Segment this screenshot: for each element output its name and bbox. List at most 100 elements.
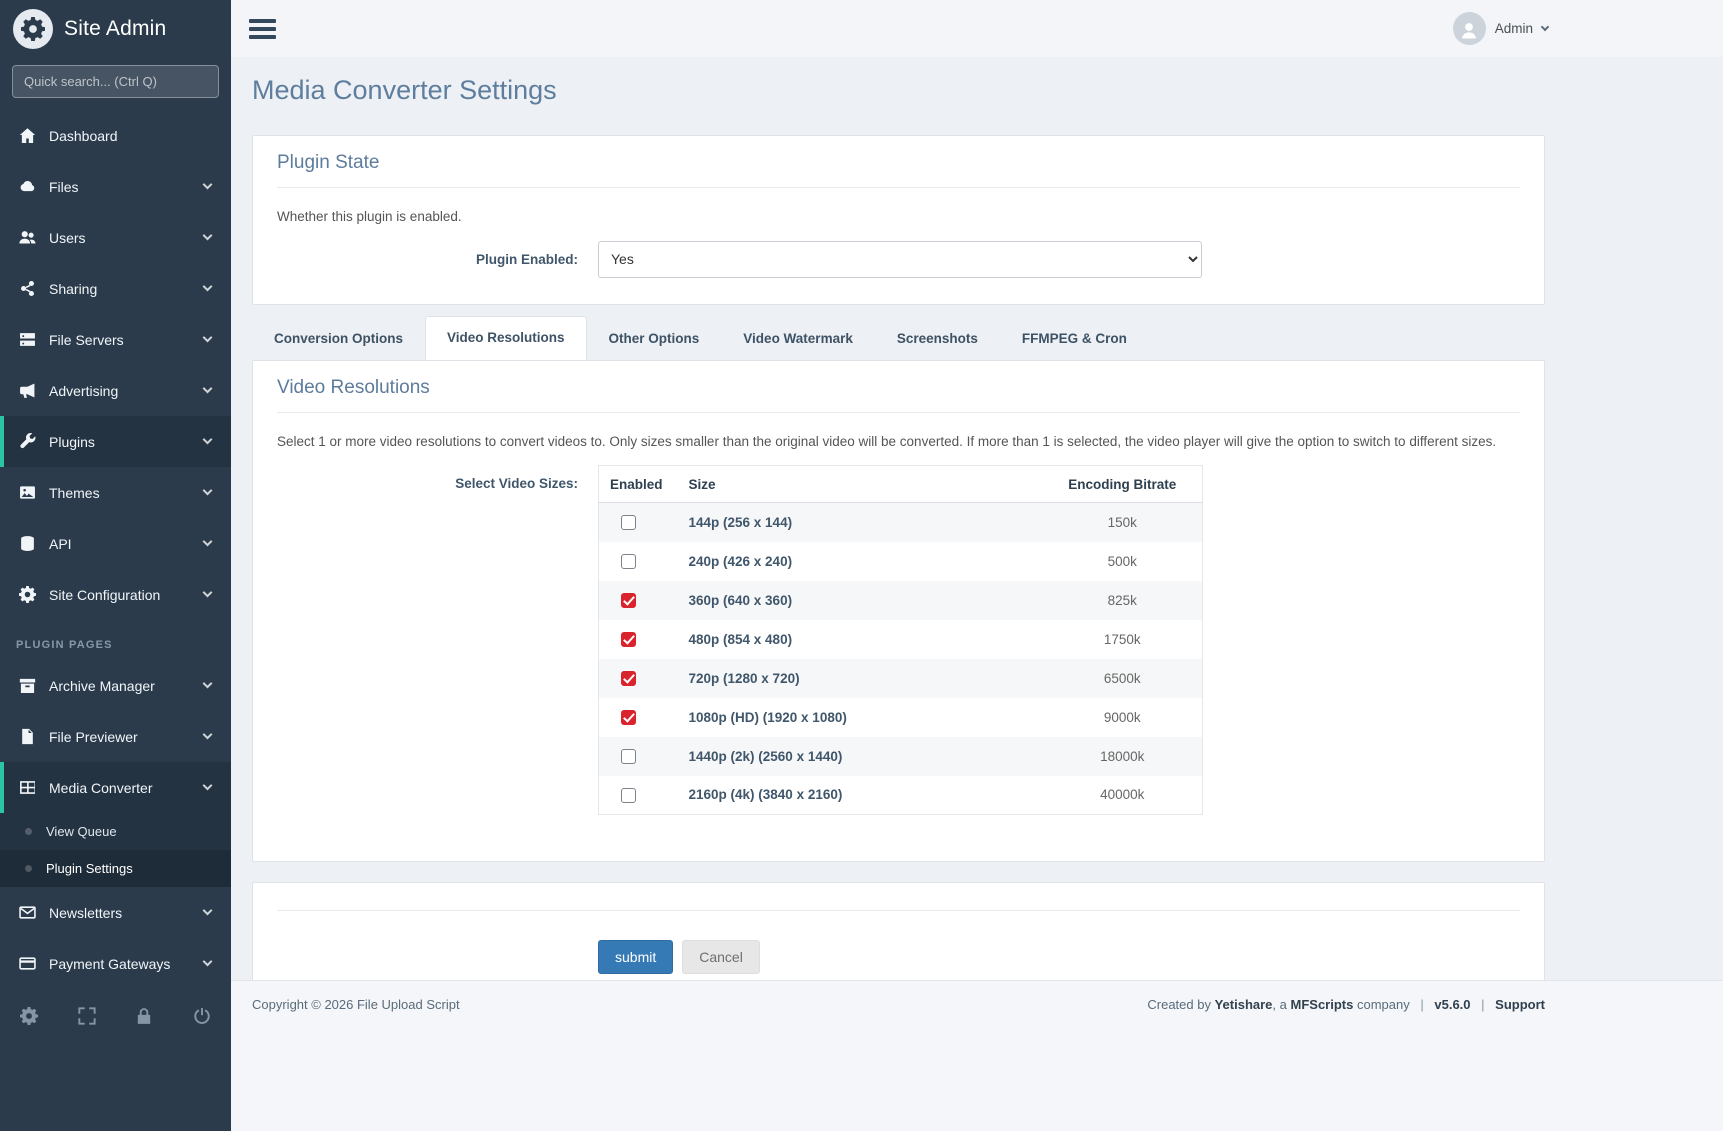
tab-video-watermark[interactable]: Video Watermark bbox=[721, 316, 875, 360]
sidebar-item-themes[interactable]: Themes bbox=[0, 467, 231, 518]
size-cell: 1440p (2k) (2560 x 1440) bbox=[678, 737, 1043, 776]
yetishare-link[interactable]: Yetishare bbox=[1215, 997, 1273, 1012]
home-icon bbox=[19, 127, 36, 144]
sidebar-subitem-view-queue[interactable]: View Queue bbox=[0, 813, 231, 850]
page-title: Media Converter Settings bbox=[252, 75, 1545, 106]
resolution-checkbox-2160p[interactable] bbox=[621, 788, 636, 803]
enabled-cell bbox=[599, 542, 678, 581]
sidebar-item-label: Newsletters bbox=[49, 905, 191, 921]
tab-video-resolutions[interactable]: Video Resolutions bbox=[425, 316, 587, 360]
size-cell: 720p (1280 x 720) bbox=[678, 659, 1043, 698]
sidebar-item-dashboard[interactable]: Dashboard bbox=[0, 110, 231, 161]
sidebar-item-archive-manager[interactable]: Archive Manager bbox=[0, 660, 231, 711]
footer: Copyright © 2026 File Upload Script Crea… bbox=[231, 980, 1723, 1131]
sidebar-subitem-label: Plugin Settings bbox=[46, 861, 133, 876]
grid-icon bbox=[19, 779, 36, 796]
video-sizes-label: Select Video Sizes: bbox=[277, 465, 598, 491]
sidebar-footer-toolbar bbox=[0, 995, 231, 1037]
lock-icon[interactable] bbox=[135, 1007, 153, 1025]
credits-text: , a bbox=[1272, 997, 1286, 1012]
size-cell: 1080p (HD) (1920 x 1080) bbox=[678, 698, 1043, 737]
sidebar-item-site-configuration[interactable]: Site Configuration bbox=[0, 569, 231, 620]
enabled-cell bbox=[599, 620, 678, 659]
sidebar-item-sharing[interactable]: Sharing bbox=[0, 263, 231, 314]
resolution-checkbox-480p[interactable] bbox=[621, 632, 636, 647]
archive-icon bbox=[19, 677, 36, 694]
chevron-down-icon bbox=[203, 679, 213, 689]
database-icon bbox=[19, 535, 36, 552]
tab-screenshots[interactable]: Screenshots bbox=[875, 316, 1000, 360]
sidebar-subitem-plugin-settings[interactable]: Plugin Settings bbox=[0, 850, 231, 887]
user-name: Admin bbox=[1495, 21, 1533, 36]
wrench-icon bbox=[19, 433, 36, 450]
sidebar-item-payment-gateways[interactable]: Payment Gateways bbox=[0, 938, 231, 989]
bitrate-cell: 825k bbox=[1043, 581, 1203, 620]
divider bbox=[277, 187, 1520, 188]
support-link[interactable]: Support bbox=[1495, 997, 1545, 1012]
gear-icon bbox=[19, 586, 36, 603]
form-actions-card: submit Cancel bbox=[252, 882, 1545, 980]
resolution-checkbox-720p[interactable] bbox=[621, 671, 636, 686]
fullscreen-icon[interactable] bbox=[78, 1007, 96, 1025]
user-menu[interactable]: Admin bbox=[1453, 12, 1553, 45]
file-icon bbox=[19, 728, 36, 745]
resolution-checkbox-144p[interactable] bbox=[621, 515, 636, 530]
power-icon[interactable] bbox=[193, 1007, 211, 1025]
resolution-checkbox-240p[interactable] bbox=[621, 554, 636, 569]
sidebar-item-label: Files bbox=[49, 179, 191, 195]
column-header-size: Size bbox=[678, 466, 1043, 503]
chevron-down-icon bbox=[203, 486, 213, 496]
sidebar-item-files[interactable]: Files bbox=[0, 161, 231, 212]
tab-conversion-options[interactable]: Conversion Options bbox=[252, 316, 425, 360]
size-cell: 2160p (4k) (3840 x 2160) bbox=[678, 776, 1043, 815]
plugin-state-card: Plugin State Whether this plugin is enab… bbox=[252, 135, 1545, 305]
cancel-button[interactable]: Cancel bbox=[682, 940, 760, 974]
table-row: 2160p (4k) (3840 x 2160) 40000k bbox=[599, 776, 1203, 815]
card-title: Plugin State bbox=[277, 136, 1520, 187]
separator-text: | bbox=[1474, 997, 1491, 1012]
sidebar-item-newsletters[interactable]: Newsletters bbox=[0, 887, 231, 938]
mfscripts-link[interactable]: MFScripts bbox=[1291, 997, 1354, 1012]
chevron-down-icon bbox=[203, 180, 213, 190]
sidebar-item-plugins[interactable]: Plugins bbox=[0, 416, 231, 467]
sidebar-item-file-previewer[interactable]: File Previewer bbox=[0, 711, 231, 762]
sidebar-item-label: Plugins bbox=[49, 434, 191, 450]
submit-button[interactable]: submit bbox=[598, 940, 673, 974]
sidebar-item-api[interactable]: API bbox=[0, 518, 231, 569]
search-input[interactable] bbox=[12, 65, 219, 98]
resolution-checkbox-1080p[interactable] bbox=[621, 710, 636, 725]
settings-tabs: Conversion Options Video Resolutions Oth… bbox=[252, 316, 1545, 360]
plugin-pages-section-label: PLUGIN PAGES bbox=[0, 620, 231, 660]
sidebar-item-media-converter[interactable]: Media Converter bbox=[0, 762, 231, 813]
main-content: Media Converter Settings Plugin State Wh… bbox=[231, 57, 1723, 980]
plugin-enabled-select[interactable]: Yes bbox=[598, 241, 1202, 278]
size-cell: 240p (426 x 240) bbox=[678, 542, 1043, 581]
chevron-down-icon bbox=[203, 730, 213, 740]
video-resolutions-description: Select 1 or more video resolutions to co… bbox=[277, 432, 1520, 452]
menu-toggle-icon[interactable] bbox=[249, 19, 276, 39]
chevron-down-icon bbox=[203, 588, 213, 598]
card-title: Video Resolutions bbox=[277, 361, 1520, 412]
chevron-down-icon bbox=[203, 231, 213, 241]
image-icon bbox=[19, 484, 36, 501]
tab-other-options[interactable]: Other Options bbox=[587, 316, 722, 360]
sidebar-item-label: Payment Gateways bbox=[49, 956, 191, 972]
bitrate-cell: 9000k bbox=[1043, 698, 1203, 737]
chevron-down-icon bbox=[1541, 22, 1549, 30]
sidebar-item-label: Archive Manager bbox=[49, 678, 191, 694]
sidebar: Site Admin Dashboard Files Users Sharing… bbox=[0, 0, 231, 1131]
sidebar-item-file-servers[interactable]: File Servers bbox=[0, 314, 231, 365]
avatar bbox=[1453, 12, 1486, 45]
table-row: 1080p (HD) (1920 x 1080) 9000k bbox=[599, 698, 1203, 737]
tab-ffmpeg-cron[interactable]: FFMPEG & Cron bbox=[1000, 316, 1149, 360]
sidebar-item-users[interactable]: Users bbox=[0, 212, 231, 263]
plugin-enabled-label: Plugin Enabled: bbox=[277, 252, 598, 267]
resolution-checkbox-360p[interactable] bbox=[621, 593, 636, 608]
size-cell: 144p (256 x 144) bbox=[678, 503, 1043, 542]
resolution-checkbox-1440p[interactable] bbox=[621, 749, 636, 764]
table-row: 240p (426 x 240) 500k bbox=[599, 542, 1203, 581]
app-logo[interactable]: Site Admin bbox=[0, 0, 231, 57]
size-cell: 360p (640 x 360) bbox=[678, 581, 1043, 620]
sidebar-item-advertising[interactable]: Advertising bbox=[0, 365, 231, 416]
settings-gear-icon[interactable] bbox=[20, 1007, 38, 1025]
